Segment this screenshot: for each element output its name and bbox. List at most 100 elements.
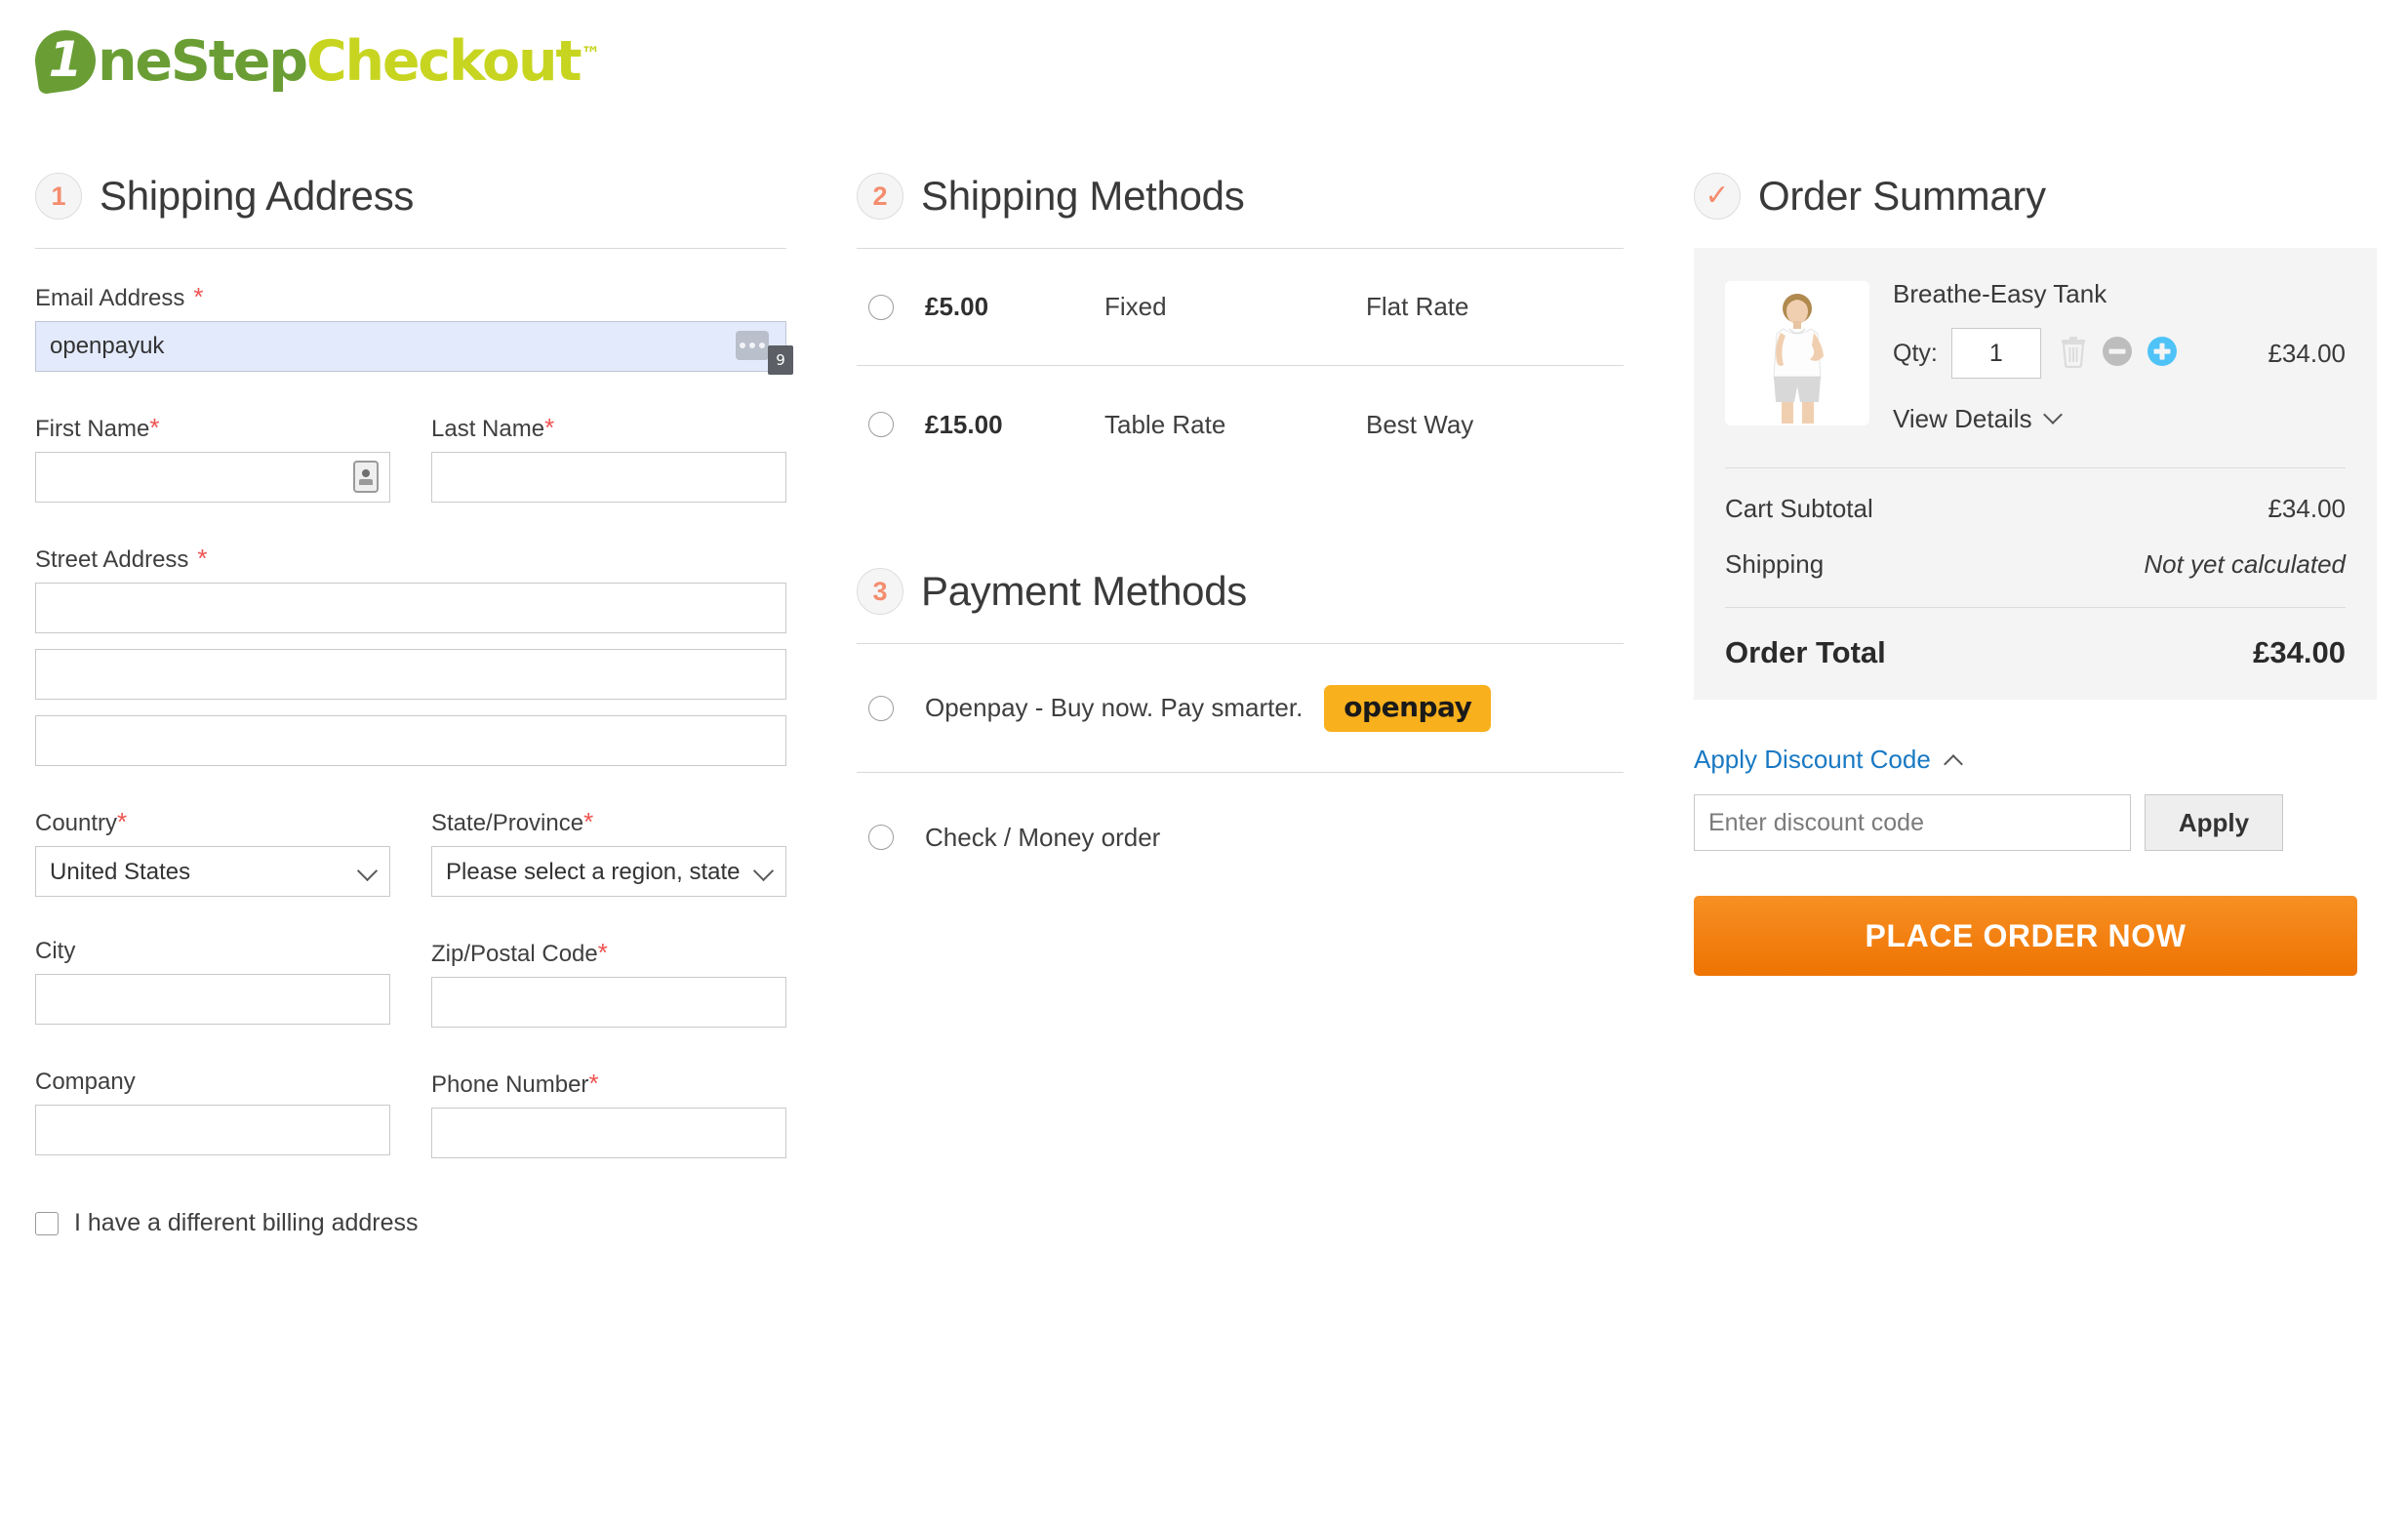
cart-subtotal-row: Cart Subtotal £34.00 xyxy=(1725,468,2346,524)
chevron-up-icon xyxy=(1943,753,1963,774)
city-label: City xyxy=(35,938,76,964)
shipping-method-price: £5.00 xyxy=(925,292,989,321)
order-summary-title: Order Summary xyxy=(1758,173,2046,219)
name-fields-row: First Name* Last Name* xyxy=(35,415,786,503)
city-group: City xyxy=(35,940,390,1028)
email-field-group: Email Address * 9 xyxy=(35,284,793,375)
order-total-row: Order Total £34.00 xyxy=(1725,608,2346,670)
autofill-count-badge: 9 xyxy=(768,345,793,375)
country-label: Country* xyxy=(35,809,390,835)
order-total-label: Order Total xyxy=(1725,635,1886,669)
different-billing-address-label: I have a different billing address xyxy=(74,1209,419,1236)
last-name-input[interactable] xyxy=(431,452,786,503)
shipping-address-section: 1 Shipping Address Email Address * 9 Firs… xyxy=(35,164,793,1235)
country-select[interactable]: United States xyxy=(35,846,390,897)
shipping-methods-title: Shipping Methods xyxy=(921,173,1245,219)
shipping-total-row: Shipping Not yet calculated xyxy=(1725,524,2346,580)
email-required-asterisk: * xyxy=(193,282,204,311)
country-group: Country* United States xyxy=(35,809,390,897)
state-label-text: State/Province xyxy=(431,810,584,836)
logo-word-checkout: Checkout xyxy=(305,28,582,94)
phone-input[interactable] xyxy=(431,1108,786,1158)
apply-discount-code-label: Apply Discount Code xyxy=(1694,745,1931,774)
quantity-row: Qty: 1 £34.00 xyxy=(1893,328,2346,379)
shipping-method-row[interactable]: £15.00 Table Rate Best Way xyxy=(857,366,1624,483)
street-required-asterisk: * xyxy=(197,544,208,573)
state-group: State/Province* Please select a region, … xyxy=(431,809,786,897)
order-summary-card: Breathe-Easy Tank Qty: 1 £34.00 View Det… xyxy=(1694,248,2377,700)
different-billing-address-row[interactable]: I have a different billing address xyxy=(35,1211,786,1235)
step-badge-2: 2 xyxy=(857,173,903,220)
email-label-text: Email Address xyxy=(35,285,185,311)
zip-required-asterisk: * xyxy=(597,938,608,967)
decrease-quantity-icon[interactable] xyxy=(2102,336,2133,372)
payment-method-radio-check[interactable] xyxy=(868,825,894,850)
payment-methods-section: 3 Payment Methods Openpay - Buy now. Pay… xyxy=(857,559,1624,902)
country-state-row: Country* United States State/Province* P… xyxy=(35,809,786,897)
discount-code-input[interactable] xyxy=(1694,794,2131,851)
step-badge-3: 3 xyxy=(857,568,903,615)
step-badge-check-icon: ✓ xyxy=(1694,173,1741,220)
trash-icon[interactable] xyxy=(2059,335,2088,373)
step-badge-1: 1 xyxy=(35,173,82,220)
payment-method-radio-openpay[interactable] xyxy=(868,695,894,721)
apply-discount-code-toggle[interactable]: Apply Discount Code xyxy=(1694,745,2377,775)
state-select[interactable]: Please select a region, state or provinc… xyxy=(431,846,786,897)
street-address-line1-input[interactable] xyxy=(35,583,786,633)
last-name-label-text: Last Name xyxy=(431,416,545,442)
first-name-label-text: First Name xyxy=(35,416,150,442)
phone-required-asterisk: * xyxy=(588,1069,599,1098)
payment-method-label-openpay: Openpay - Buy now. Pay smarter. xyxy=(925,693,1304,722)
payment-method-label-check: Check / Money order xyxy=(925,822,1161,852)
country-required-asterisk: * xyxy=(117,807,128,836)
shipping-address-heading: 1 Shipping Address xyxy=(35,164,786,228)
order-summary-heading: ✓ Order Summary xyxy=(1694,164,2377,228)
company-label: Company xyxy=(35,1069,136,1095)
first-name-input[interactable] xyxy=(35,452,390,503)
company-input[interactable] xyxy=(35,1105,390,1155)
product-price: £34.00 xyxy=(2268,338,2346,368)
city-zip-row: City Zip/Postal Code* xyxy=(35,940,786,1028)
shipping-total-value: Not yet calculated xyxy=(2144,549,2346,579)
first-name-label: First Name* xyxy=(35,415,390,441)
zip-group: Zip/Postal Code* xyxy=(431,940,786,1028)
view-details-toggle[interactable]: View Details xyxy=(1893,404,2346,434)
payment-method-row-check[interactable]: Check / Money order xyxy=(857,773,1624,902)
payment-method-row-openpay[interactable]: Openpay - Buy now. Pay smarter. openpay xyxy=(857,644,1624,773)
logo-word-step: Step xyxy=(170,28,308,94)
increase-quantity-icon[interactable] xyxy=(2147,336,2178,372)
contact-card-icon[interactable] xyxy=(353,461,379,493)
chevron-down-icon xyxy=(2042,404,2063,424)
shipping-method-row[interactable]: £5.00 Fixed Flat Rate xyxy=(857,249,1624,366)
apply-discount-button[interactable]: Apply xyxy=(2145,794,2283,851)
different-billing-address-checkbox[interactable] xyxy=(35,1211,59,1235)
payment-methods-title: Payment Methods xyxy=(921,568,1248,614)
state-label: State/Province* xyxy=(431,809,786,835)
company-phone-row: Company Phone Number* xyxy=(35,1070,786,1158)
shipping-method-name: Best Way xyxy=(1366,409,1474,439)
place-order-button[interactable]: PLACE ORDER NOW xyxy=(1694,896,2357,976)
street-address-line2-input[interactable] xyxy=(35,649,786,700)
autofill-menu-icon[interactable] xyxy=(736,331,769,360)
email-input[interactable] xyxy=(35,321,786,372)
city-input[interactable] xyxy=(35,974,390,1025)
zip-input[interactable] xyxy=(431,977,786,1028)
phone-label-text: Phone Number xyxy=(431,1071,589,1098)
street-address-line3-input[interactable] xyxy=(35,715,786,766)
shipping-method-radio[interactable] xyxy=(868,412,894,437)
zip-label-text: Zip/Postal Code xyxy=(431,941,598,967)
middle-column: 2 Shipping Methods £5.00 Fixed Flat Rate… xyxy=(857,164,1624,902)
last-name-required-asterisk: * xyxy=(544,413,555,442)
shipping-method-carrier: Table Rate xyxy=(1104,409,1226,439)
shipping-method-radio[interactable] xyxy=(868,294,894,320)
shipping-methods-heading: 2 Shipping Methods xyxy=(857,164,1624,228)
openpay-logo: openpay xyxy=(1324,684,1492,732)
email-label: Email Address * xyxy=(35,284,786,310)
quantity-input[interactable] xyxy=(1950,328,2041,379)
shipping-methods-section: 2 Shipping Methods £5.00 Fixed Flat Rate… xyxy=(857,164,1624,483)
cart-item-row: Breathe-Easy Tank Qty: 1 £34.00 View Det… xyxy=(1725,281,2346,434)
zip-label: Zip/Postal Code* xyxy=(431,940,786,966)
order-total-value: £34.00 xyxy=(2253,635,2346,669)
logo-numeral: 1 xyxy=(48,31,83,88)
logo-leaf-mark: 1 xyxy=(30,25,100,96)
